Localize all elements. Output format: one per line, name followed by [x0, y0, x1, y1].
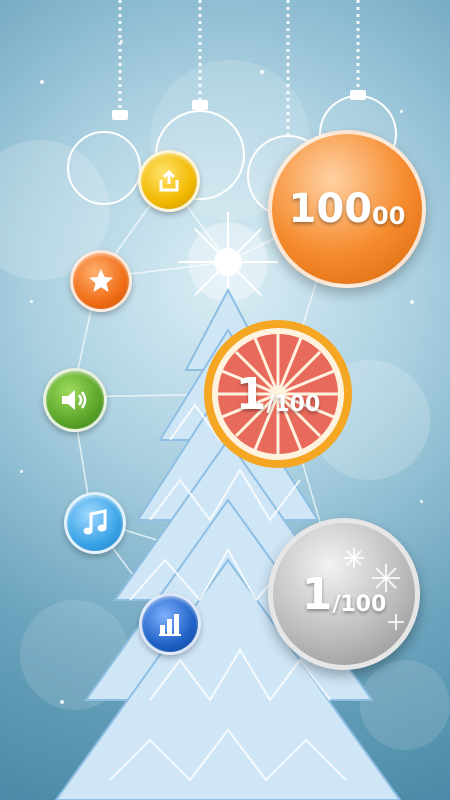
bar-chart-icon: [159, 614, 181, 636]
best-score-suffix: 00: [372, 202, 406, 230]
silver-level-main: 1: [301, 568, 333, 620]
ornament-cap: [112, 110, 128, 120]
silver-level-suffix: /100: [332, 591, 387, 617]
grapefruit-level-suffix: /100: [266, 391, 321, 417]
music-note-icon: [83, 509, 107, 535]
ornament-cap: [350, 90, 366, 100]
share-icon: [159, 169, 179, 192]
rate-button[interactable]: [70, 250, 132, 312]
score-orange-ball: 100 00: [268, 130, 426, 288]
grapefruit-level-main: 1: [235, 368, 267, 420]
best-score-main: 100: [288, 186, 373, 232]
star-icon: [89, 269, 113, 292]
ornament-cap: [192, 100, 208, 110]
level-silver-ball[interactable]: 1 /100: [268, 518, 420, 670]
level-grapefruit-ball[interactable]: 1 /100: [202, 318, 354, 470]
music-toggle-button[interactable]: [64, 492, 126, 554]
sound-toggle-button[interactable]: [43, 368, 107, 432]
leaderboard-button[interactable]: [139, 593, 201, 655]
share-button[interactable]: [138, 150, 200, 212]
ornament-ball: [67, 131, 141, 205]
game-scene: 100 00 1 /100 1 /100: [0, 0, 450, 800]
speaker-icon: [62, 390, 87, 410]
